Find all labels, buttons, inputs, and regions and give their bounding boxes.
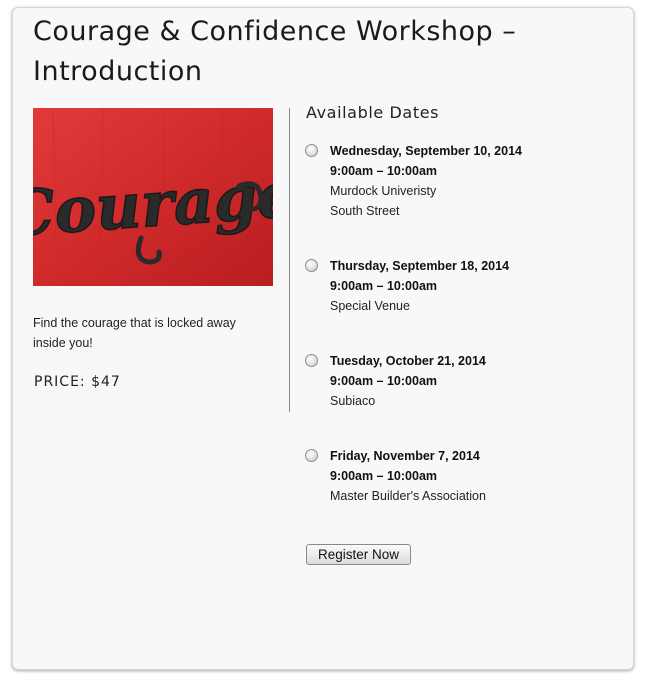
column-divider [289,108,290,412]
date-option-date: Friday, November 7, 2014 [330,449,480,463]
date-option-date: Wednesday, September 10, 2014 [330,144,522,158]
date-option-details: Thursday, September 18, 2014 9:00am – 10… [330,256,509,316]
date-option-date: Thursday, September 18, 2014 [330,259,510,273]
date-option-venue: South Street [330,204,400,218]
workshop-card: Courage & Confidence Workshop – Introduc… [12,7,634,670]
page-title: Courage & Confidence Workshop – Introduc… [33,16,517,87]
date-option-details: Wednesday, September 10, 2014 9:00am – 1… [330,141,522,221]
date-radio-button[interactable] [305,259,318,272]
date-option-time: 9:00am – 10:00am [330,164,438,178]
workshop-price: PRICE: $47 [34,374,121,390]
date-radio-button[interactable] [305,449,318,462]
register-now-button[interactable]: Register Now [306,544,411,565]
available-dates-heading: Available Dates [306,103,440,122]
courage-logo-graphic: Courage [33,108,273,286]
date-option-time: 9:00am – 10:00am [330,279,438,293]
date-radio-button[interactable] [305,144,318,157]
date-radio-button[interactable] [305,354,318,367]
date-option-venue: Subiaco [330,394,376,408]
date-option-venue: Murdock Univeristy [330,184,437,198]
date-option-time: 9:00am – 10:00am [330,374,438,388]
date-option-details: Friday, November 7, 2014 9:00am – 10:00a… [330,446,486,506]
courage-image: Courage [33,108,273,286]
date-option-details: Tuesday, October 21, 2014 9:00am – 10:00… [330,351,486,411]
workshop-description: Find the courage that is locked away ins… [33,316,236,350]
date-option-date: Tuesday, October 21, 2014 [330,354,486,368]
date-option-venue: Master Builder's Association [330,489,486,503]
date-option-venue: Special Venue [330,299,410,313]
date-option-time: 9:00am – 10:00am [330,469,438,483]
